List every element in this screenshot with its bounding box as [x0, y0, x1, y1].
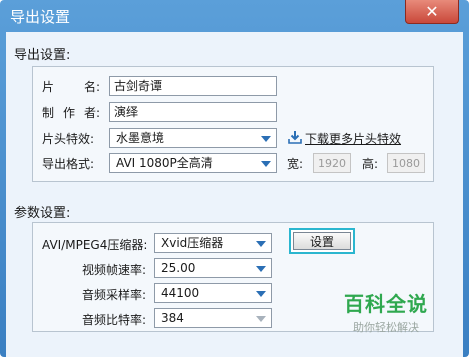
height-label: 高:	[362, 157, 379, 171]
samplerate-label: 音频采样率:	[82, 288, 147, 302]
chevron-down-icon	[261, 136, 271, 142]
film-name-label: 片 名:	[42, 80, 100, 94]
framerate-select[interactable]: 25.00	[154, 258, 272, 278]
framerate-label: 视频帧速率:	[82, 263, 147, 277]
bitrate-label: 音频比特率:	[82, 313, 147, 327]
bitrate-select[interactable]: 384	[154, 308, 272, 328]
watermark-tagline: 助你轻松解决	[353, 321, 419, 334]
params-group-title: 参数设置:	[14, 206, 71, 221]
samplerate-select[interactable]: 44100	[154, 283, 272, 303]
export-settings-window: 导出设置 ✕ 导出设置: 片 名: 古剑奇谭 制 作 者: 演绎 片头特效: 水…	[0, 0, 469, 357]
chevron-down-icon	[256, 291, 266, 297]
download-icon[interactable]	[288, 130, 302, 144]
film-name-input[interactable]: 古剑奇谭	[109, 76, 277, 96]
compressor-settings-button[interactable]: 设置	[289, 228, 355, 254]
export-group-title: 导出设置:	[14, 48, 71, 63]
producer-label: 制 作 者:	[42, 106, 100, 120]
dialog-body: 导出设置: 片 名: 古剑奇谭 制 作 者: 演绎 片头特效: 水墨意境 下载更…	[6, 32, 463, 357]
chevron-down-icon	[256, 316, 266, 322]
format-select[interactable]: AVI 1080P全高清	[109, 153, 277, 173]
watermark-logo: 百科全说 助你轻松解决	[331, 288, 441, 357]
settings-button-face: 设置	[293, 232, 351, 250]
intro-effect-label: 片头特效:	[42, 132, 95, 146]
compressor-label: AVI/MPEG4压缩器:	[42, 238, 148, 252]
width-label: 宽:	[287, 157, 304, 171]
close-icon: ✕	[425, 2, 439, 21]
format-label: 导出格式:	[42, 157, 95, 171]
title-bar[interactable]: 导出设置 ✕	[0, 0, 469, 32]
producer-input[interactable]: 演绎	[109, 102, 277, 122]
close-button[interactable]: ✕	[405, 0, 459, 24]
compressor-select[interactable]: Xvid压缩器	[154, 233, 272, 253]
intro-effect-select[interactable]: 水墨意境	[109, 128, 277, 148]
chevron-down-icon	[256, 266, 266, 272]
watermark-brand: 百科全说	[344, 292, 428, 316]
download-more-effects-link[interactable]: 下载更多片头特效	[305, 130, 401, 147]
chevron-down-icon	[261, 161, 271, 167]
height-field: 1080	[387, 153, 425, 173]
window-title: 导出设置	[10, 8, 71, 26]
width-field: 1920	[313, 153, 351, 173]
chevron-down-icon	[256, 241, 266, 247]
